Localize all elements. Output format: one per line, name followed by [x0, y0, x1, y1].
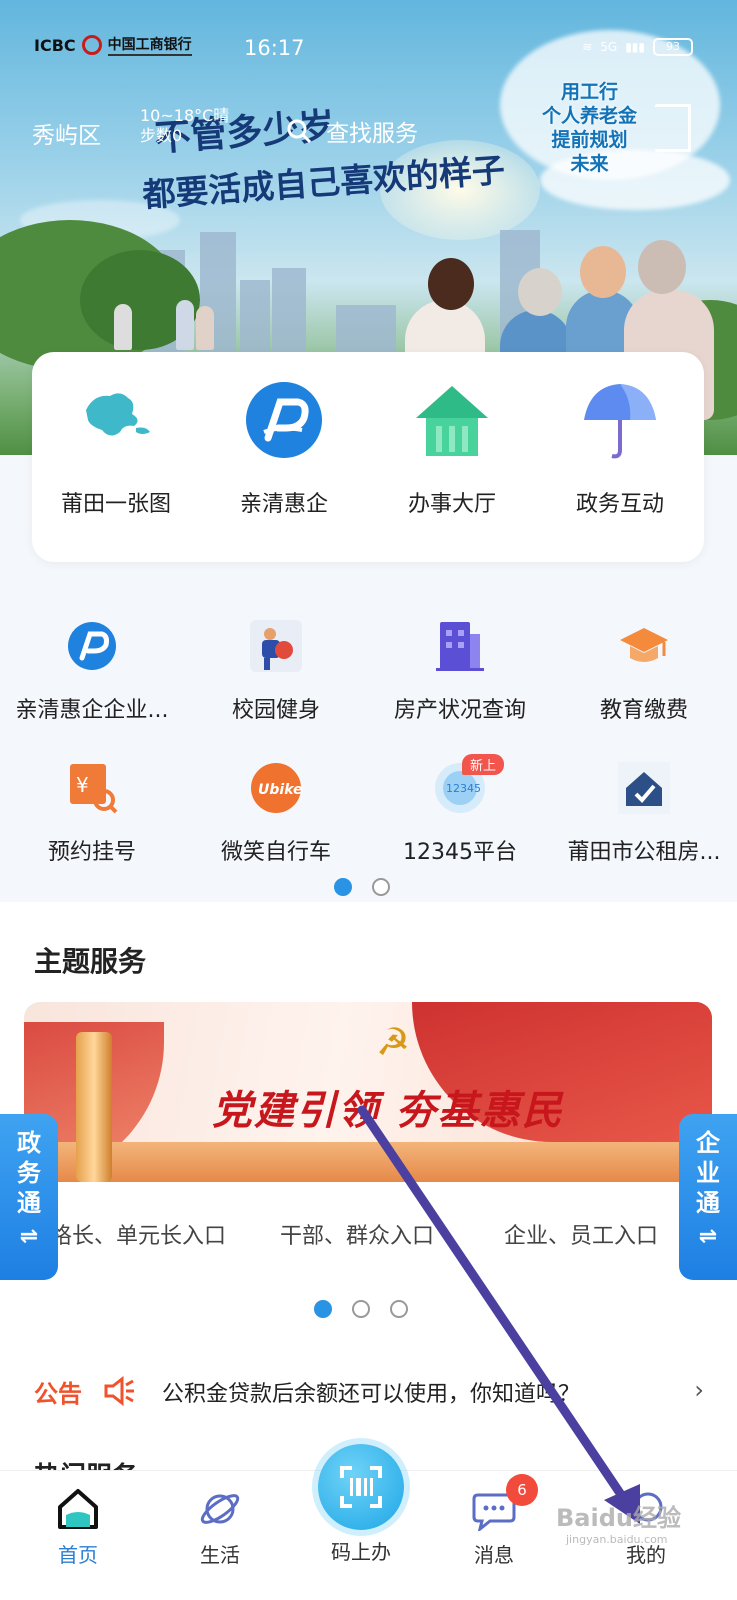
- next-section-title: 热门服务: [34, 1456, 138, 1470]
- service-qinqing-enterprise[interactable]: 亲清惠企企业...: [0, 620, 184, 750]
- scan-icon[interactable]: [655, 104, 691, 152]
- service-12345-platform[interactable]: 12345 12345平台: [368, 762, 552, 892]
- side-tab-gov[interactable]: 政务通 ⇌: [0, 1114, 58, 1280]
- pager-dot[interactable]: [390, 1300, 408, 1318]
- quick-action-putian-map[interactable]: 莆田一张图: [32, 352, 200, 562]
- swap-icon: ⇌: [19, 1224, 39, 1249]
- house-icon: [416, 386, 488, 456]
- clock: 16:17: [244, 36, 305, 60]
- umbrella-icon: [584, 384, 656, 459]
- qinqing-logo-icon: [68, 622, 116, 670]
- status-bar: ICBC 中国工商银行 16:17 ≋ 5G ▮▮▮ 93: [0, 30, 737, 70]
- service-public-housing[interactable]: 莆田市公租房...: [552, 762, 736, 892]
- scan-code-button[interactable]: [318, 1444, 404, 1530]
- svg-text:12345: 12345: [446, 782, 481, 795]
- notice-text: 公积金贷款后余额还可以使用，你知道吗？: [162, 1382, 581, 1407]
- search-placeholder: 查找服务: [326, 121, 418, 147]
- planet-icon: [200, 1494, 240, 1524]
- home-icon: [58, 1489, 98, 1529]
- icbc-seal-icon: [81, 35, 102, 55]
- pager-dot[interactable]: [352, 1300, 370, 1318]
- side-tab-enterprise[interactable]: 企业通 ⇌: [679, 1114, 737, 1280]
- search-bar[interactable]: 查找服务: [286, 114, 418, 148]
- signal-icon: ▮▮▮: [625, 40, 645, 54]
- chevron-right-icon: ›: [694, 1376, 704, 1404]
- quick-actions-card: 莆田一张图 亲清惠企 办事大厅 政务互动: [32, 352, 704, 562]
- registration-icon: ¥: [70, 764, 118, 814]
- district-selector[interactable]: 秀屿区: [32, 116, 101, 150]
- pager-dot-active[interactable]: [314, 1300, 332, 1318]
- entry-grid-leader[interactable]: 格长、单元长入口: [50, 1218, 226, 1250]
- new-badge: 新上: [462, 754, 505, 775]
- network-type: 5G: [600, 40, 618, 54]
- notice-bar[interactable]: 公告 公积金贷款后余额还可以使用，你知道吗？ ›: [34, 1374, 704, 1410]
- notice-tag: 公告: [34, 1380, 82, 1408]
- service-smile-bike[interactable]: Ubike 微笑自行车: [184, 762, 368, 892]
- huabiao-pillar-icon: [76, 1032, 112, 1182]
- qinqing-logo-icon: [246, 382, 322, 458]
- quick-action-qinqing[interactable]: 亲清惠企: [200, 352, 368, 562]
- message-count-badge: 6: [506, 1474, 538, 1506]
- scan-code-icon: [340, 1466, 382, 1508]
- graduation-cap-icon: [620, 628, 668, 662]
- entry-enterprise-staff[interactable]: 企业、员工入口: [504, 1218, 658, 1250]
- theme-pager[interactable]: [314, 1300, 408, 1318]
- scan-code-label: 码上办: [331, 1540, 391, 1564]
- map-icon: [86, 393, 150, 436]
- service-campus-fitness[interactable]: 校园健身: [184, 620, 368, 750]
- nav-life[interactable]: 生活: [160, 1471, 280, 1600]
- pager-dot-active[interactable]: [334, 878, 352, 896]
- pension-promo[interactable]: 用工行 个人养老金 提前规划 未来: [542, 80, 637, 176]
- quick-action-gov-interaction[interactable]: 政务互动: [536, 352, 704, 562]
- bank-logo: ICBC 中国工商银行: [34, 35, 192, 56]
- section-title-theme: 主题服务: [34, 945, 147, 978]
- campus-fitness-icon: [250, 620, 302, 672]
- party-building-banner[interactable]: ☭ 党建引领 夯基惠民: [24, 1002, 712, 1182]
- service-education-fee[interactable]: 教育缴费: [552, 620, 736, 750]
- banner-title: 党建引领 夯基惠民: [212, 1088, 564, 1134]
- entry-cadre-public[interactable]: 干部、群众入口: [280, 1218, 434, 1250]
- search-icon: [287, 119, 312, 144]
- building-icon: [436, 622, 484, 671]
- baidu-watermark: Baidu经验 jingyan.baidu.com: [556, 1504, 681, 1546]
- service-property-status[interactable]: 房产状况查询: [368, 620, 552, 750]
- svg-text:¥: ¥: [76, 773, 89, 797]
- service-pager[interactable]: [334, 878, 390, 896]
- ubike-icon: Ubike: [251, 763, 302, 813]
- battery-icon: 93: [653, 38, 693, 56]
- weather-widget[interactable]: 10~18°C晴 步数0: [140, 106, 229, 146]
- speaker-icon: [104, 1376, 134, 1406]
- party-emblem-icon: ☭: [376, 1020, 411, 1064]
- service-appointment[interactable]: ¥ 预约挂号: [0, 762, 184, 892]
- quick-action-service-hall[interactable]: 办事大厅: [368, 352, 536, 562]
- nav-home[interactable]: 首页: [18, 1471, 138, 1600]
- pager-dot[interactable]: [372, 878, 390, 896]
- svg-text:Ubike: Ubike: [258, 782, 302, 798]
- system-icons: ≋ 5G ▮▮▮ 93: [582, 38, 693, 56]
- public-housing-icon: [618, 762, 670, 814]
- swap-icon: ⇌: [698, 1224, 718, 1249]
- wifi-icon: ≋: [582, 40, 593, 54]
